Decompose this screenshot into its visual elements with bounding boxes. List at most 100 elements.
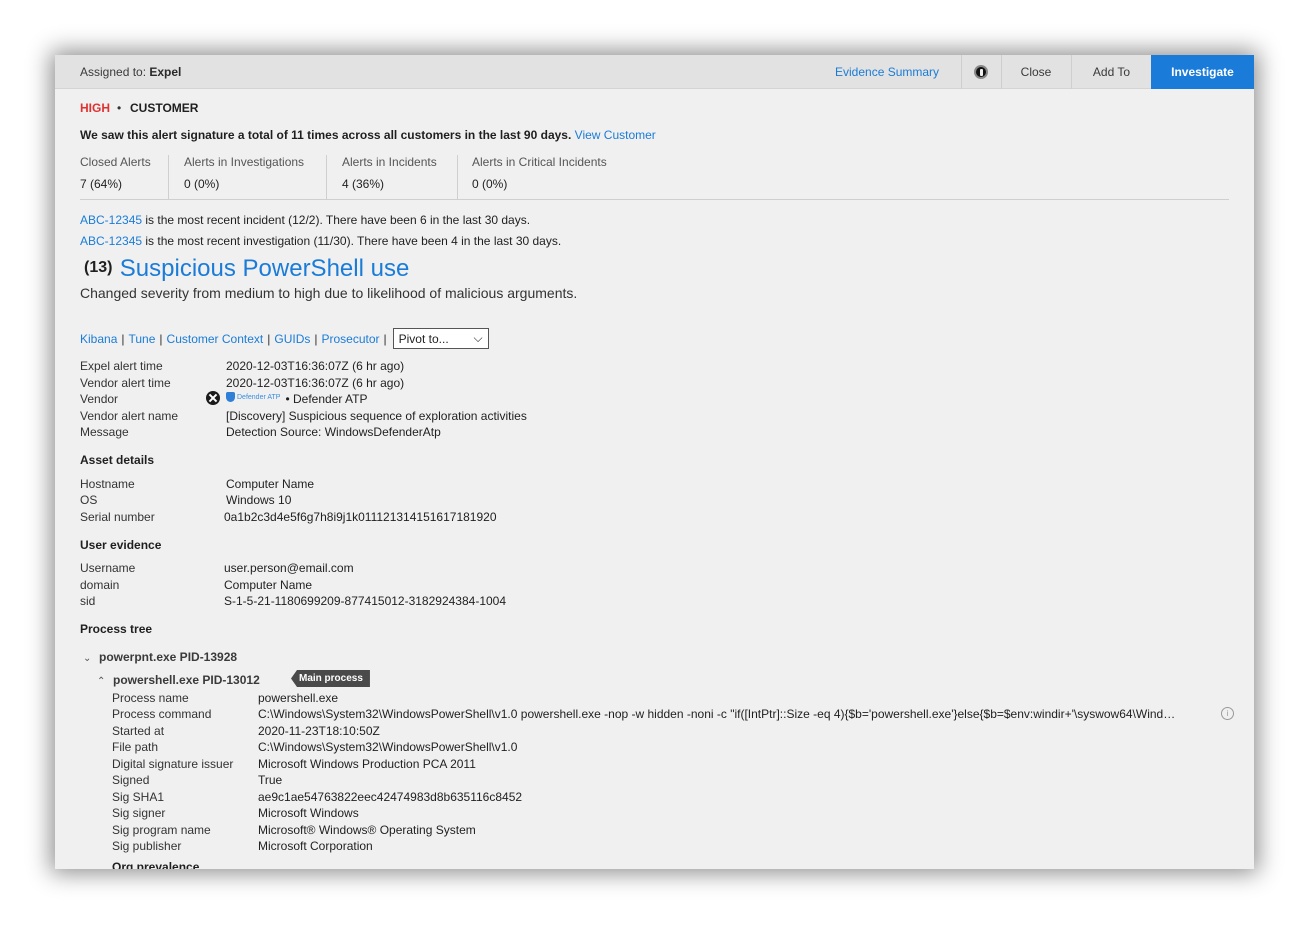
severity-separator: • <box>117 101 122 115</box>
detail-key: Vendor alert time <box>80 376 171 390</box>
toggle-icon-button[interactable] <box>961 55 1001 89</box>
investigate-button[interactable]: Investigate <box>1151 55 1254 89</box>
process-key: Process command <box>112 707 212 721</box>
process-key: Digital signature issuer <box>112 757 234 771</box>
process-key: Signed <box>112 773 150 787</box>
detail-key: Vendor alert name <box>80 409 179 423</box>
user-key: domain <box>80 578 120 592</box>
user-value: Computer Name <box>224 578 313 592</box>
tune-link[interactable]: Tune <box>129 332 156 346</box>
process-tree-child[interactable]: ⌃ powershell.exe PID-13012 Main process <box>97 670 370 687</box>
process-value: powershell.exe <box>258 691 339 705</box>
process-key: Sig publisher <box>112 839 182 853</box>
process-value: True <box>258 773 283 787</box>
user-value: user.person@email.com <box>224 561 354 575</box>
top-bar: Assigned to: Expel Evidence Summary Clos… <box>55 55 1254 89</box>
defender-atp-logo: Defender ATP <box>226 392 280 402</box>
process-key: Sig signer <box>112 806 166 820</box>
process-tree-heading: Process tree <box>80 622 153 636</box>
stat-divider <box>168 155 169 199</box>
logo-text: Defender ATP <box>237 393 281 401</box>
detail-value: 2020-12-03T16:36:07Z (6 hr ago) <box>226 376 405 390</box>
signature-summary: We saw this alert signature a total of 1… <box>80 128 656 142</box>
tool-links: Kibana | Tune | Customer Context | GUIDs… <box>80 328 489 349</box>
vendor-tool-icon[interactable] <box>206 391 220 405</box>
recent-incident-line: ABC-12345 is the most recent incident (1… <box>80 213 530 227</box>
asset-value: Computer Name <box>226 477 315 491</box>
process-value: ae9c1ae54763822eec42474983d8b635116c8452 <box>258 790 523 804</box>
incident-link[interactable]: ABC-12345 <box>80 213 142 227</box>
kibana-link[interactable]: Kibana <box>80 332 117 346</box>
child-process-label: powershell.exe PID-13012 <box>113 673 260 687</box>
stat-closed-alerts: Closed Alerts 7 (64%) <box>80 155 151 199</box>
process-value: Microsoft® Windows® Operating System <box>258 823 476 837</box>
vendor-value: Defender ATP • Defender ATP <box>226 392 367 406</box>
view-customer-link[interactable]: View Customer <box>575 128 656 142</box>
shield-icon <box>226 392 235 402</box>
process-command-value: C:\Windows\System32\WindowsPowerShell\v1… <box>258 707 1180 721</box>
stat-alerts-in-critical-incidents: Alerts in Critical Incidents 0 (0%) <box>472 155 607 199</box>
process-value: Microsoft Windows <box>258 806 359 820</box>
stat-alerts-in-incidents: Alerts in Incidents 4 (36%) <box>342 155 437 199</box>
asset-details-heading: Asset details <box>80 453 155 467</box>
org-prevalence-heading: Org prevalence <box>112 860 200 869</box>
stat-label: Alerts in Critical Incidents <box>472 155 607 169</box>
info-icon[interactable]: i <box>1221 707 1234 720</box>
link-separator: | <box>267 331 271 346</box>
prosecutor-link[interactable]: Prosecutor <box>321 332 379 346</box>
recent-investigation-line: ABC-12345 is the most recent investigati… <box>80 234 561 248</box>
chevron-up-icon: ⌃ <box>97 676 106 687</box>
stat-divider <box>457 155 458 199</box>
stat-value: 4 (36%) <box>342 177 385 191</box>
close-button[interactable]: Close <box>1001 55 1071 89</box>
process-value: 2020-11-23T18:10:50Z <box>258 724 380 738</box>
link-separator: | <box>383 331 387 346</box>
stat-value: 0 (0%) <box>472 177 508 191</box>
recent-investigation-text: is the most recent investigation (11/30)… <box>145 234 562 248</box>
stat-label: Closed Alerts <box>80 155 151 169</box>
process-tree-parent[interactable]: ⌄ powerpnt.exe PID-13928 <box>83 650 237 664</box>
stat-label: Alerts in Investigations <box>184 155 305 169</box>
vendor-name: Defender ATP <box>293 392 368 406</box>
stat-value: 0 (0%) <box>184 177 220 191</box>
detail-key: Expel alert time <box>80 359 163 373</box>
process-value: C:\Windows\System32\WindowsPowerShell\v1… <box>258 740 518 754</box>
alert-detail-window: Assigned to: Expel Evidence Summary Clos… <box>55 55 1254 869</box>
parent-process-label: powerpnt.exe PID-13928 <box>99 650 238 664</box>
alert-description: Changed severity from medium to high due… <box>80 285 578 301</box>
add-to-button[interactable]: Add To <box>1072 55 1151 89</box>
pivot-to-select[interactable]: Pivot to... ⌵ <box>392 328 489 349</box>
process-key: Started at <box>112 724 165 738</box>
investigation-link[interactable]: ABC-12345 <box>80 234 142 248</box>
process-key: Sig SHA1 <box>112 790 165 804</box>
chevron-down-icon: ⌄ <box>83 653 92 664</box>
chevron-down-icon: ⌵ <box>473 331 483 345</box>
process-value: Microsoft Windows Production PCA 2011 <box>258 757 476 771</box>
recent-incident-text: is the most recent incident (12/2). Ther… <box>145 213 531 227</box>
alert-count: (13) <box>84 259 113 276</box>
alert-title[interactable]: Suspicious PowerShell use <box>120 255 410 282</box>
scope-label: CUSTOMER <box>130 101 199 115</box>
signature-text: We saw this alert signature a total of 1… <box>80 128 572 142</box>
customer-context-link[interactable]: Customer Context <box>167 332 264 346</box>
asset-value: 0a1b2c3d4e5f6g7h8i9j1k011121314151617181… <box>224 510 497 524</box>
process-key: Sig program name <box>112 823 211 837</box>
assigned-to: Assigned to: Expel <box>80 65 181 79</box>
stat-label: Alerts in Incidents <box>342 155 437 169</box>
vendor-separator: • <box>285 392 290 406</box>
guids-link[interactable]: GUIDs <box>274 332 310 346</box>
power-toggle-icon <box>974 65 988 79</box>
detail-key: Vendor <box>80 392 119 406</box>
asset-value: Windows 10 <box>226 493 292 507</box>
evidence-summary-link[interactable]: Evidence Summary <box>835 65 939 79</box>
stat-value: 7 (64%) <box>80 177 123 191</box>
alert-stats: Closed Alerts 7 (64%) Alerts in Investig… <box>80 155 1229 200</box>
severity-label: HIGH <box>80 101 110 115</box>
main-process-tag: Main process <box>291 670 370 687</box>
alert-title-row: (13) Suspicious PowerShell use <box>84 255 409 283</box>
asset-key: Serial number <box>80 510 155 524</box>
detail-value: 2020-12-03T16:36:07Z (6 hr ago) <box>226 359 405 373</box>
assignee-name: Expel <box>149 65 182 79</box>
user-key: Username <box>80 561 136 575</box>
process-value: Microsoft Corporation <box>258 839 373 853</box>
